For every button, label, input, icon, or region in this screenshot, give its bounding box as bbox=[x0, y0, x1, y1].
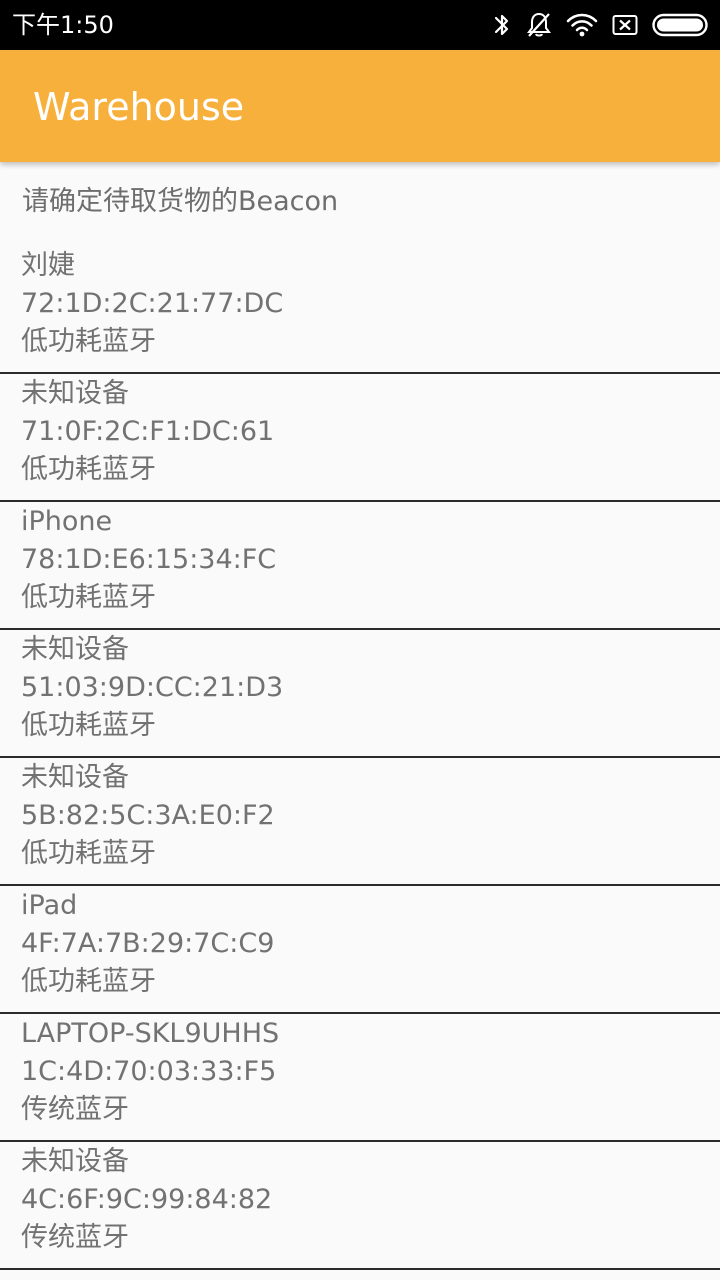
device-list[interactable]: 刘婕 72:1D:2C:21:77:DC 低功耗蓝牙 未知设备 71:0F:2C… bbox=[0, 246, 720, 1270]
prompt-text: 请确定待取货物的Beacon bbox=[22, 186, 339, 217]
device-name: 未知设备 bbox=[21, 634, 129, 665]
battery-icon bbox=[652, 13, 708, 37]
device-list-item[interactable]: iPad 4F:7A:7B:29:7C:C9 低功耗蓝牙 bbox=[0, 886, 720, 1014]
device-type: 传统蓝牙 bbox=[21, 1222, 129, 1253]
device-address: 4F:7A:7B:29:7C:C9 bbox=[21, 928, 275, 959]
device-list-item[interactable]: iPhone 78:1D:E6:15:34:FC 低功耗蓝牙 bbox=[0, 502, 720, 630]
device-type: 低功耗蓝牙 bbox=[21, 326, 156, 357]
device-name: LAPTOP-SKL9UHHS bbox=[21, 1018, 280, 1049]
device-name: iPhone bbox=[21, 506, 113, 537]
content: 请确定待取货物的Beacon 刘婕 72:1D:2C:21:77:DC 低功耗蓝… bbox=[0, 162, 720, 1280]
wifi-icon bbox=[566, 12, 598, 38]
device-address: 51:03:9D:CC:21:D3 bbox=[21, 672, 284, 703]
device-type: 低功耗蓝牙 bbox=[21, 582, 156, 613]
device-address: 72:1D:2C:21:77:DC bbox=[21, 288, 284, 319]
device-address: 1C:4D:70:03:33:F5 bbox=[21, 1056, 277, 1087]
device-name: 未知设备 bbox=[21, 378, 129, 409]
device-name: iPad bbox=[21, 890, 78, 921]
device-type: 低功耗蓝牙 bbox=[21, 838, 156, 869]
do-not-disturb-icon bbox=[526, 11, 552, 39]
app-bar: Warehouse bbox=[0, 50, 720, 162]
device-list-item[interactable]: 未知设备 5B:82:5C:3A:E0:F2 低功耗蓝牙 bbox=[0, 758, 720, 886]
device-address: 4C:6F:9C:99:84:82 bbox=[21, 1184, 273, 1215]
device-list-item[interactable]: 刘婕 72:1D:2C:21:77:DC 低功耗蓝牙 bbox=[0, 246, 720, 374]
device-name: 未知设备 bbox=[21, 1146, 129, 1177]
device-address: 71:0F:2C:F1:DC:61 bbox=[21, 416, 275, 447]
device-list-item[interactable]: 未知设备 51:03:9D:CC:21:D3 低功耗蓝牙 bbox=[0, 630, 720, 758]
device-type: 传统蓝牙 bbox=[21, 1094, 129, 1125]
sim-off-icon bbox=[612, 14, 638, 36]
device-address: 5B:82:5C:3A:E0:F2 bbox=[21, 800, 275, 831]
device-address: 78:1D:E6:15:34:FC bbox=[21, 544, 277, 575]
status-bar: 下午1:50 bbox=[0, 0, 720, 50]
status-icons bbox=[478, 8, 708, 42]
device-list-item[interactable]: 未知设备 4C:6F:9C:99:84:82 传统蓝牙 bbox=[0, 1142, 720, 1270]
app-title: Warehouse bbox=[33, 85, 245, 129]
status-time: 下午1:50 bbox=[12, 11, 114, 39]
device-type: 低功耗蓝牙 bbox=[21, 454, 156, 485]
device-name: 刘婕 bbox=[21, 250, 75, 281]
device-name: 未知设备 bbox=[21, 762, 129, 793]
device-type: 低功耗蓝牙 bbox=[21, 966, 156, 997]
device-type: 低功耗蓝牙 bbox=[21, 710, 156, 741]
device-list-item[interactable]: LAPTOP-SKL9UHHS 1C:4D:70:03:33:F5 传统蓝牙 bbox=[0, 1014, 720, 1142]
device-list-item[interactable]: 未知设备 71:0F:2C:F1:DC:61 低功耗蓝牙 bbox=[0, 374, 720, 502]
bluetooth-icon bbox=[492, 11, 512, 39]
